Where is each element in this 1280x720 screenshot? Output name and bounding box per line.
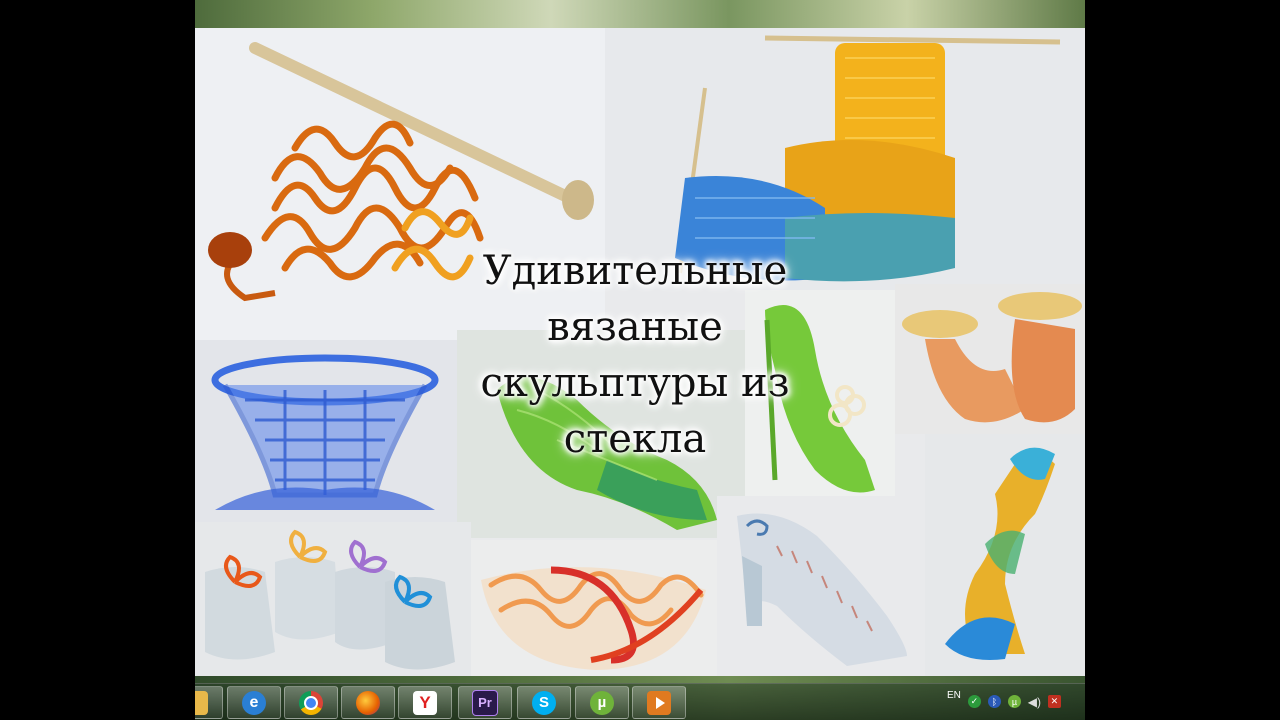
skype-icon: S xyxy=(532,690,556,715)
title-line-4: стекла xyxy=(563,416,707,462)
screen: Удивительные вязаные скульптуры из стекл… xyxy=(195,0,1085,720)
taskbar-ie-button[interactable]: e xyxy=(227,686,281,719)
taskbar-firefox-button[interactable] xyxy=(341,686,395,719)
slide: Удивительные вязаные скульптуры из стекл… xyxy=(195,28,1085,678)
media-player-icon xyxy=(647,690,671,715)
yandex-icon: Y xyxy=(413,690,437,715)
volume-icon[interactable]: ◀) xyxy=(1028,695,1041,709)
photo-twisted-vase xyxy=(925,434,1085,678)
title-line-2: вязаные xyxy=(547,304,723,350)
folder-icon xyxy=(195,690,208,715)
utorrent-icon: µ xyxy=(590,690,614,715)
check-icon[interactable]: ✓ xyxy=(967,695,981,708)
network-warning-icon[interactable]: ✕ xyxy=(1047,695,1061,708)
language-indicator[interactable]: EN xyxy=(947,690,961,701)
utorrent-tray-icon[interactable]: µ xyxy=(1007,695,1021,708)
taskbar-explorer-button[interactable] xyxy=(195,686,223,719)
photo-glass-shoe xyxy=(717,496,925,678)
photo-glass-bowl xyxy=(471,540,717,678)
photo-glass-boots xyxy=(195,522,471,678)
desktop-wallpaper-top xyxy=(195,0,1085,28)
taskbar-media-player-button[interactable] xyxy=(632,686,686,719)
title-line-1: Удивительные xyxy=(482,248,788,294)
firefox-icon xyxy=(356,690,380,715)
bluetooth-icon[interactable]: ᛒ xyxy=(987,695,1001,708)
slide-title: Удивительные вязаные скульптуры из стекл… xyxy=(425,243,845,467)
taskbar-skype-button[interactable]: S xyxy=(517,686,571,719)
photo-mushroom-slippers xyxy=(895,284,1085,434)
taskbar-yandex-button[interactable]: Y xyxy=(398,686,452,719)
taskbar-utorrent-button[interactable]: µ xyxy=(575,686,629,719)
ie-icon: e xyxy=(242,690,266,715)
premiere-icon: Pr xyxy=(472,689,498,716)
photo-blue-vase xyxy=(195,340,457,522)
taskbar-chrome-button[interactable] xyxy=(284,686,338,719)
taskbar-premiere-button[interactable]: Pr xyxy=(458,686,512,719)
system-tray: EN ✓ ᛒ µ ◀) ✕ xyxy=(943,683,1085,720)
chrome-icon xyxy=(299,690,323,715)
title-line-3: скульптуры из xyxy=(480,360,790,406)
